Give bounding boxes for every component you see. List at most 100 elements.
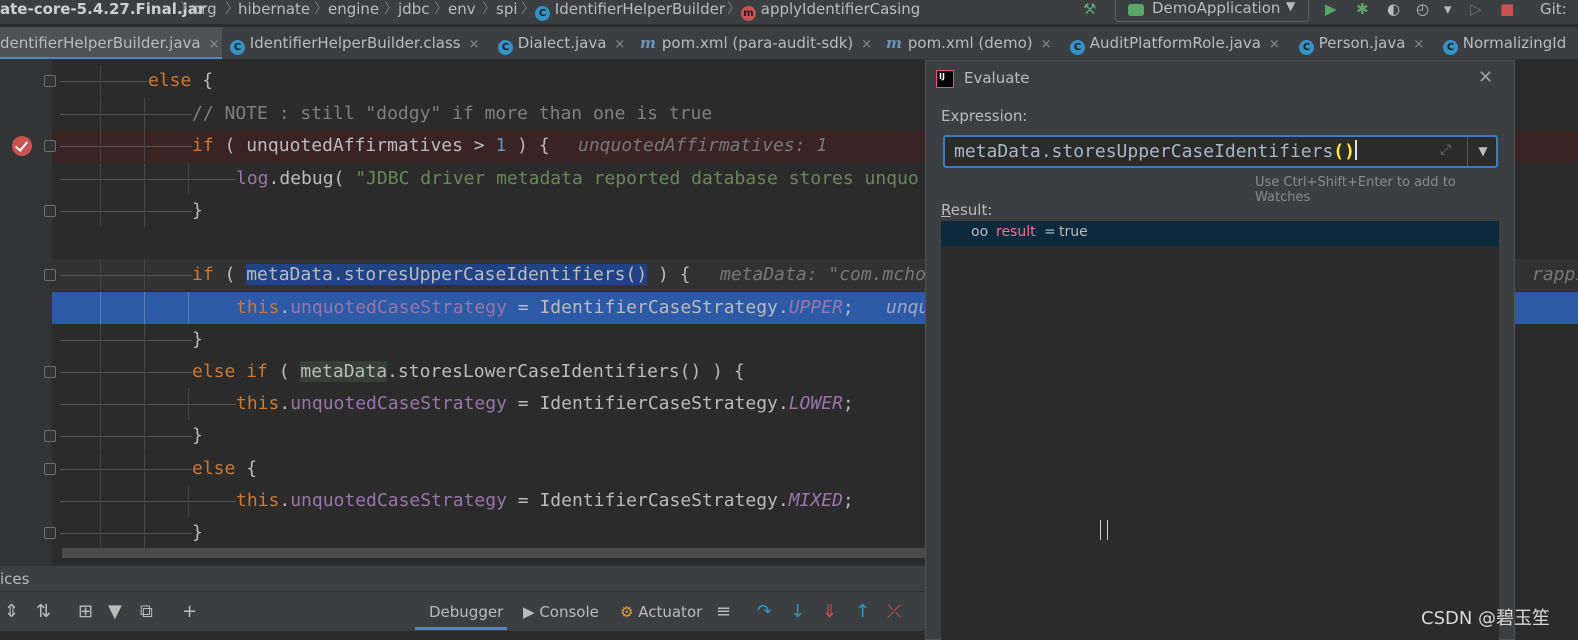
fold-marker[interactable] <box>44 205 56 217</box>
new-window-icon[interactable]: ⧉ <box>140 601 153 622</box>
code-comment: // NOTE : still "dodgy" if more than one… <box>192 103 713 124</box>
tab-auditplatformrole-java[interactable]: C AuditPlatformRole.java × <box>1070 27 1280 59</box>
watch-glasses-icon: oo <box>971 224 989 240</box>
class-icon: C <box>1070 40 1085 55</box>
actuator-icon: ⚙ <box>620 603 634 621</box>
more-run-options-icon[interactable]: ▾ <box>1444 0 1452 18</box>
inline-debug-value: rappin <box>1532 264 1578 285</box>
tab-label: pom.xml (para-audit-sdk) <box>661 34 854 52</box>
console-icon: ▶ <box>523 603 535 621</box>
breakpoint-icon[interactable] <box>12 136 32 156</box>
group-by-icon[interactable]: ⊞ <box>78 601 93 622</box>
build-icon[interactable]: ⚒ <box>1083 0 1096 18</box>
text-caret <box>1354 140 1357 160</box>
breadcrumb-item-org[interactable]: org <box>192 0 217 18</box>
fold-marker[interactable] <box>44 527 56 539</box>
horizontal-scrollbar[interactable] <box>62 548 926 558</box>
step-out-icon[interactable]: ↑ <box>855 601 870 622</box>
class-icon: C <box>1443 40 1458 55</box>
breadcrumb-item-method[interactable]: m applyIdentifierCasing <box>741 0 920 21</box>
expression-label: Expression: <box>941 107 1028 125</box>
tab-debugger[interactable]: Debugger <box>429 603 503 621</box>
result-tree[interactable]: oo result = true <box>941 221 1499 640</box>
expression-text: metaData.storesUpperCaseIdentifiers <box>954 141 1334 162</box>
breadcrumb-item-jar[interactable]: ate-core-5.4.27.Final.jar <box>0 0 205 18</box>
breadcrumb-separator: 〉 <box>225 1 239 17</box>
step-into-icon[interactable]: ↓ <box>790 601 805 622</box>
expand-icon[interactable]: ⤢ <box>1440 142 1451 158</box>
drop-frame-icon[interactable]: ⤫ <box>887 601 901 622</box>
tab-label: Person.java <box>1318 34 1406 52</box>
close-icon[interactable]: × <box>614 37 625 52</box>
breadcrumb-separator: 〉 <box>482 1 496 17</box>
fold-marker[interactable] <box>44 75 56 87</box>
debug-icon[interactable]: ✱ <box>1356 0 1369 18</box>
active-tab-indicator <box>415 627 507 630</box>
fold-marker[interactable] <box>44 463 56 475</box>
coverage-icon[interactable]: ◐ <box>1387 0 1400 18</box>
result-value: true <box>1059 224 1088 240</box>
stop-icon[interactable]: ■ <box>1500 0 1514 18</box>
class-icon: C <box>230 40 245 55</box>
filter-icon[interactable]: ▼ <box>108 601 122 622</box>
class-icon: C <box>1299 40 1314 55</box>
tab-identifierhelperbuilder-java[interactable]: dentifierHelperBuilder.java × <box>0 27 222 59</box>
tab-label: dentifierHelperBuilder.java <box>0 34 201 52</box>
fold-marker[interactable] <box>44 269 56 281</box>
history-dropdown-button[interactable]: ▼ <box>1467 137 1498 166</box>
tab-dialect-java[interactable]: C Dialect.java × <box>498 27 625 59</box>
fold-marker[interactable] <box>44 366 56 378</box>
tab-actuator[interactable]: ⚙ Actuator <box>620 603 702 621</box>
dialog-title: Evaluate <box>964 69 1030 87</box>
profile-icon[interactable]: ◴ <box>1416 0 1429 18</box>
breadcrumb-item-hibernate[interactable]: hibernate <box>238 0 310 18</box>
debug-toolbar: ⇕ ⇅ ⊞ ▼ ⧉ + Debugger ▶ Console ⚙ Actuato… <box>0 591 925 631</box>
tab-identifierhelperbuilder-class[interactable]: C IdentifierHelperBuilder.class × <box>230 27 480 59</box>
expression-input[interactable]: metaData.storesUpperCaseIdentifiers() ⤢ … <box>943 135 1498 168</box>
step-over-icon[interactable]: ↷ <box>757 601 772 622</box>
add-service-icon[interactable]: + <box>182 601 197 622</box>
tab-pom-para-audit-sdk[interactable]: m pom.xml (para-audit-sdk) × <box>640 27 872 59</box>
maven-icon: m <box>886 34 902 52</box>
breadcrumb-item-engine[interactable]: engine <box>328 0 379 18</box>
resume-icon[interactable]: ▷ <box>1470 0 1482 18</box>
tab-person-java[interactable]: C Person.java × <box>1299 27 1424 59</box>
git-label[interactable]: Git: <box>1540 0 1567 18</box>
close-icon[interactable]: × <box>1269 37 1280 52</box>
result-equals: = <box>1044 224 1056 240</box>
close-icon[interactable]: ✕ <box>1478 67 1493 88</box>
run-icon[interactable]: ▶ <box>1325 0 1337 18</box>
close-icon[interactable]: × <box>861 37 872 52</box>
close-icon[interactable]: × <box>209 37 220 52</box>
close-icon[interactable]: × <box>1413 37 1424 52</box>
chevron-down-icon: ▼ <box>1286 0 1296 13</box>
tab-normalizingid[interactable]: C NormalizingId <box>1443 27 1566 59</box>
editor-gutter[interactable] <box>0 60 52 565</box>
inline-debug-value: metaData: "com.mcho <box>720 264 926 285</box>
breadcrumb-item-class[interactable]: C IdentifierHelperBuilder <box>535 0 725 21</box>
close-icon[interactable]: × <box>469 37 480 52</box>
collapse-all-icon[interactable]: ⇅ <box>36 601 51 622</box>
result-row[interactable]: oo result = true <box>941 221 1499 246</box>
services-label: ices <box>0 570 30 588</box>
inline-debug-value: unquotedAffirmatives: 1 <box>578 135 828 156</box>
close-icon[interactable]: × <box>1041 37 1052 52</box>
class-icon: C <box>498 40 513 55</box>
watermark: CSDN @碧玉笙 <box>1421 608 1551 629</box>
breadcrumb-separator: 〉 <box>727 1 741 17</box>
fold-marker[interactable] <box>44 430 56 442</box>
breadcrumb-method-label: applyIdentifierCasing <box>760 0 921 18</box>
breadcrumb-item-spi[interactable]: spi <box>496 0 518 18</box>
tab-pom-demo[interactable]: m pom.xml (demo) × <box>886 27 1052 59</box>
run-configuration-selector[interactable]: DemoApplication ▼ <box>1115 0 1309 22</box>
breadcrumb-item-env[interactable]: env <box>448 0 476 18</box>
intellij-logo-icon <box>936 70 954 88</box>
tab-console[interactable]: ▶ Console <box>523 603 599 621</box>
force-step-into-icon[interactable]: ⇓ <box>822 601 837 622</box>
breadcrumb-item-jdbc[interactable]: jdbc <box>398 0 429 18</box>
tab-label: AuditPlatformRole.java <box>1089 34 1261 52</box>
expand-all-icon[interactable]: ⇕ <box>4 601 19 622</box>
fold-marker[interactable] <box>44 140 56 152</box>
layout-menu-icon[interactable]: ≡ <box>716 601 731 622</box>
breadcrumb-class-label: IdentifierHelperBuilder <box>554 0 725 18</box>
